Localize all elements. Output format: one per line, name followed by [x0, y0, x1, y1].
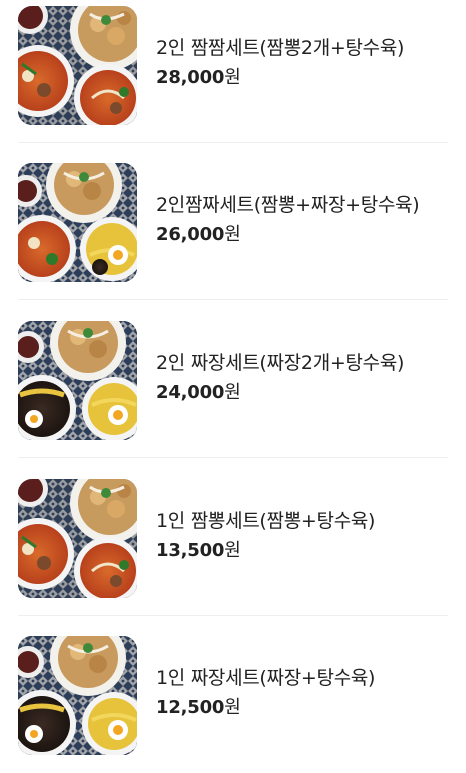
menu-item[interactable]: 1인 짬뽕세트(짬뽕+탕수육) 13,500원: [0, 459, 466, 616]
price-value: 24,000: [156, 382, 225, 403]
menu-item-name: 1인 짜장세트(짜장+탕수육): [156, 667, 376, 689]
menu-item-name: 2인짬짜세트(짬뽕+짜장+탕수육): [156, 194, 420, 216]
price-value: 28,000: [156, 67, 225, 88]
menu-info: 1인 짜장세트(짜장+탕수육) 12,500원: [156, 666, 454, 720]
menu-item-price: 13,500원: [156, 539, 454, 563]
menu-item[interactable]: 1인 짜장세트(짜장+탕수육) 12,500원: [0, 616, 466, 773]
menu-item[interactable]: 2인 짬짬세트(짬뽕2개+탕수육) 28,000원: [0, 0, 466, 143]
menu-item-price: 28,000원: [156, 66, 454, 90]
price-value: 12,500: [156, 697, 225, 718]
food-photo: [18, 321, 137, 440]
price-currency: 원: [224, 382, 241, 403]
menu-info: 2인짬짜세트(짬뽕+짜장+탕수육) 26,000원: [156, 193, 454, 247]
price-value: 13,500: [156, 540, 225, 561]
food-photo: [18, 163, 137, 282]
menu-info: 2인 짜장세트(짜장2개+탕수육) 24,000원: [156, 351, 454, 405]
menu-list: 2인 짬짬세트(짬뽕2개+탕수육) 28,000원 2인짬짜세트(짬뽕+짜장+탕…: [0, 0, 466, 764]
divider: [18, 299, 448, 300]
food-photo: [18, 479, 137, 598]
menu-item-price: 24,000원: [156, 381, 454, 405]
menu-info: 2인 짬짬세트(짬뽕2개+탕수육) 28,000원: [156, 36, 454, 90]
menu-item-price: 26,000원: [156, 223, 454, 247]
food-photo: [18, 6, 137, 125]
price-currency: 원: [224, 67, 241, 88]
price-currency: 원: [224, 540, 241, 561]
menu-item[interactable]: 2인 짜장세트(짜장2개+탕수육) 24,000원: [0, 301, 466, 458]
menu-item-name: 2인 짬짬세트(짬뽕2개+탕수육): [156, 37, 405, 59]
menu-info: 1인 짬뽕세트(짬뽕+탕수육) 13,500원: [156, 509, 454, 563]
menu-item-name: 1인 짬뽕세트(짬뽕+탕수육): [156, 510, 376, 532]
menu-item[interactable]: 2인짬짜세트(짬뽕+짜장+탕수육) 26,000원: [0, 143, 466, 300]
menu-item-name: 2인 짜장세트(짜장2개+탕수육): [156, 352, 405, 374]
divider: [18, 457, 448, 458]
price-currency: 원: [224, 697, 241, 718]
food-photo: [18, 636, 137, 755]
menu-item-price: 12,500원: [156, 696, 454, 720]
price-currency: 원: [224, 224, 241, 245]
price-value: 26,000: [156, 224, 225, 245]
